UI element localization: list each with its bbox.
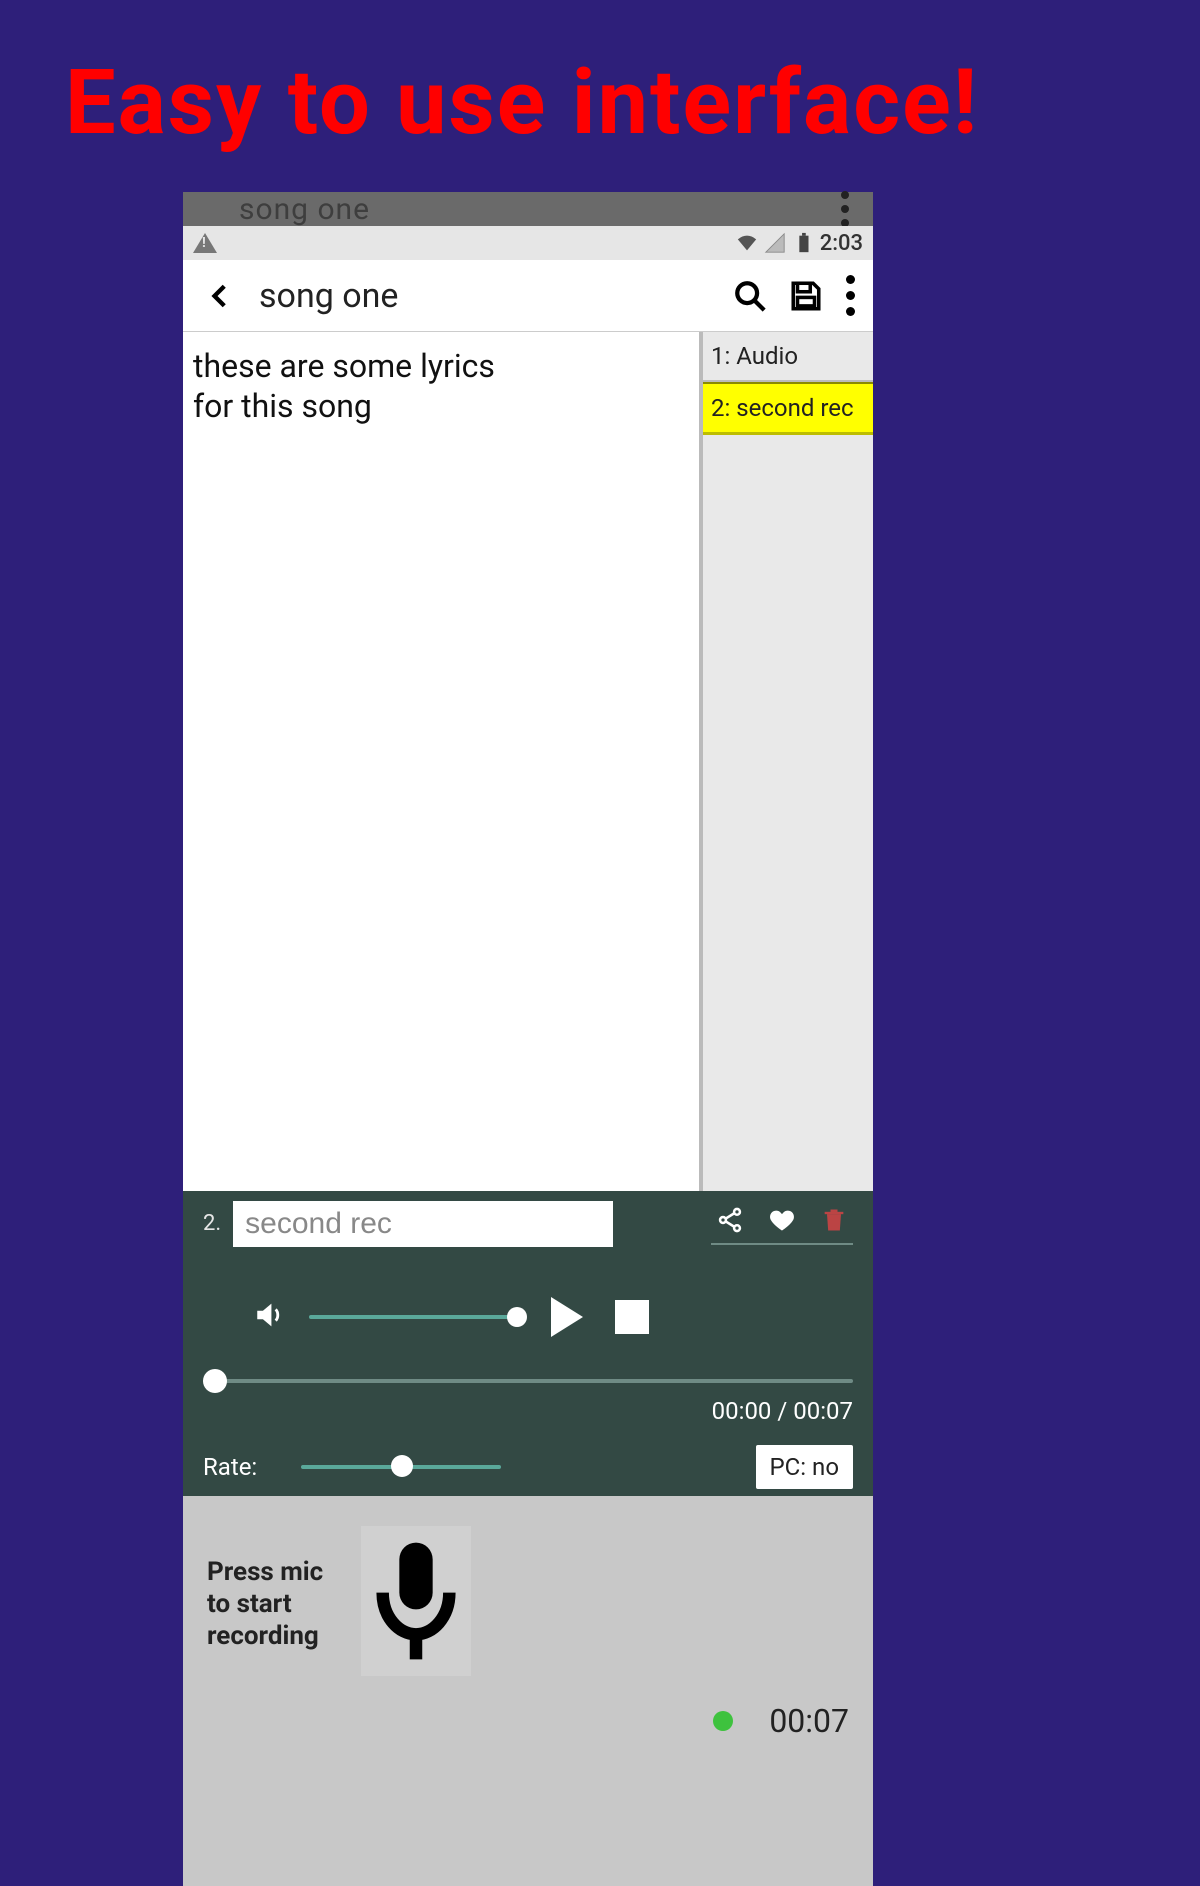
track-index-label: 2. — [203, 1211, 221, 1236]
rate-slider[interactable] — [301, 1465, 501, 1469]
status-bar-clock: 2:03 — [820, 231, 863, 256]
stop-button[interactable] — [615, 1300, 649, 1334]
phone-frame: song one 2:03 song one these are some — [183, 192, 873, 1886]
volume-icon — [253, 1298, 287, 1336]
status-bar: 2:03 — [183, 226, 873, 260]
track-list-item[interactable]: 2: second rec — [703, 382, 873, 435]
recorder-panel: Press mic to start recording 00:07 — [183, 1496, 873, 1886]
seek-slider[interactable] — [203, 1379, 853, 1383]
background-app-bar: song one — [183, 192, 873, 226]
content-area: these are some lyrics for this song 1: A… — [183, 332, 873, 1191]
overflow-menu-icon — [841, 191, 849, 227]
back-button[interactable] — [201, 283, 241, 309]
recording-indicator-icon — [713, 1711, 733, 1731]
track-list-item[interactable]: 1: Audio — [703, 332, 873, 382]
pitch-correct-toggle[interactable]: PC: no — [756, 1445, 853, 1489]
search-button[interactable] — [726, 272, 774, 320]
track-title-input[interactable] — [233, 1201, 613, 1247]
lyrics-editor[interactable]: these are some lyrics for this song — [183, 332, 701, 1191]
recording-time: 00:07 — [769, 1702, 849, 1740]
save-button[interactable] — [782, 272, 830, 320]
background-title: song one — [239, 192, 370, 227]
battery-icon — [792, 232, 814, 254]
record-button[interactable] — [361, 1526, 471, 1676]
wifi-icon — [736, 232, 758, 254]
recorder-hint: Press mic to start recording — [207, 1556, 337, 1652]
play-button[interactable] — [551, 1297, 583, 1337]
player-panel: 2. 00:00 / 00:07 — [183, 1191, 873, 1496]
overflow-menu-button[interactable] — [846, 275, 855, 316]
warning-icon — [193, 233, 217, 253]
share-button[interactable] — [715, 1205, 745, 1235]
marketing-headline: Easy to use interface! — [65, 50, 979, 155]
app-bar: song one — [183, 260, 873, 332]
delete-button[interactable] — [819, 1205, 849, 1235]
time-display: 00:00 / 00:07 — [203, 1397, 853, 1425]
volume-slider[interactable] — [309, 1315, 519, 1319]
cell-signal-icon — [764, 232, 786, 254]
track-list: 1: Audio 2: second rec — [701, 332, 873, 1191]
favorite-button[interactable] — [767, 1205, 797, 1235]
page-title: song one — [259, 276, 398, 316]
rate-label: Rate: — [203, 1453, 283, 1481]
